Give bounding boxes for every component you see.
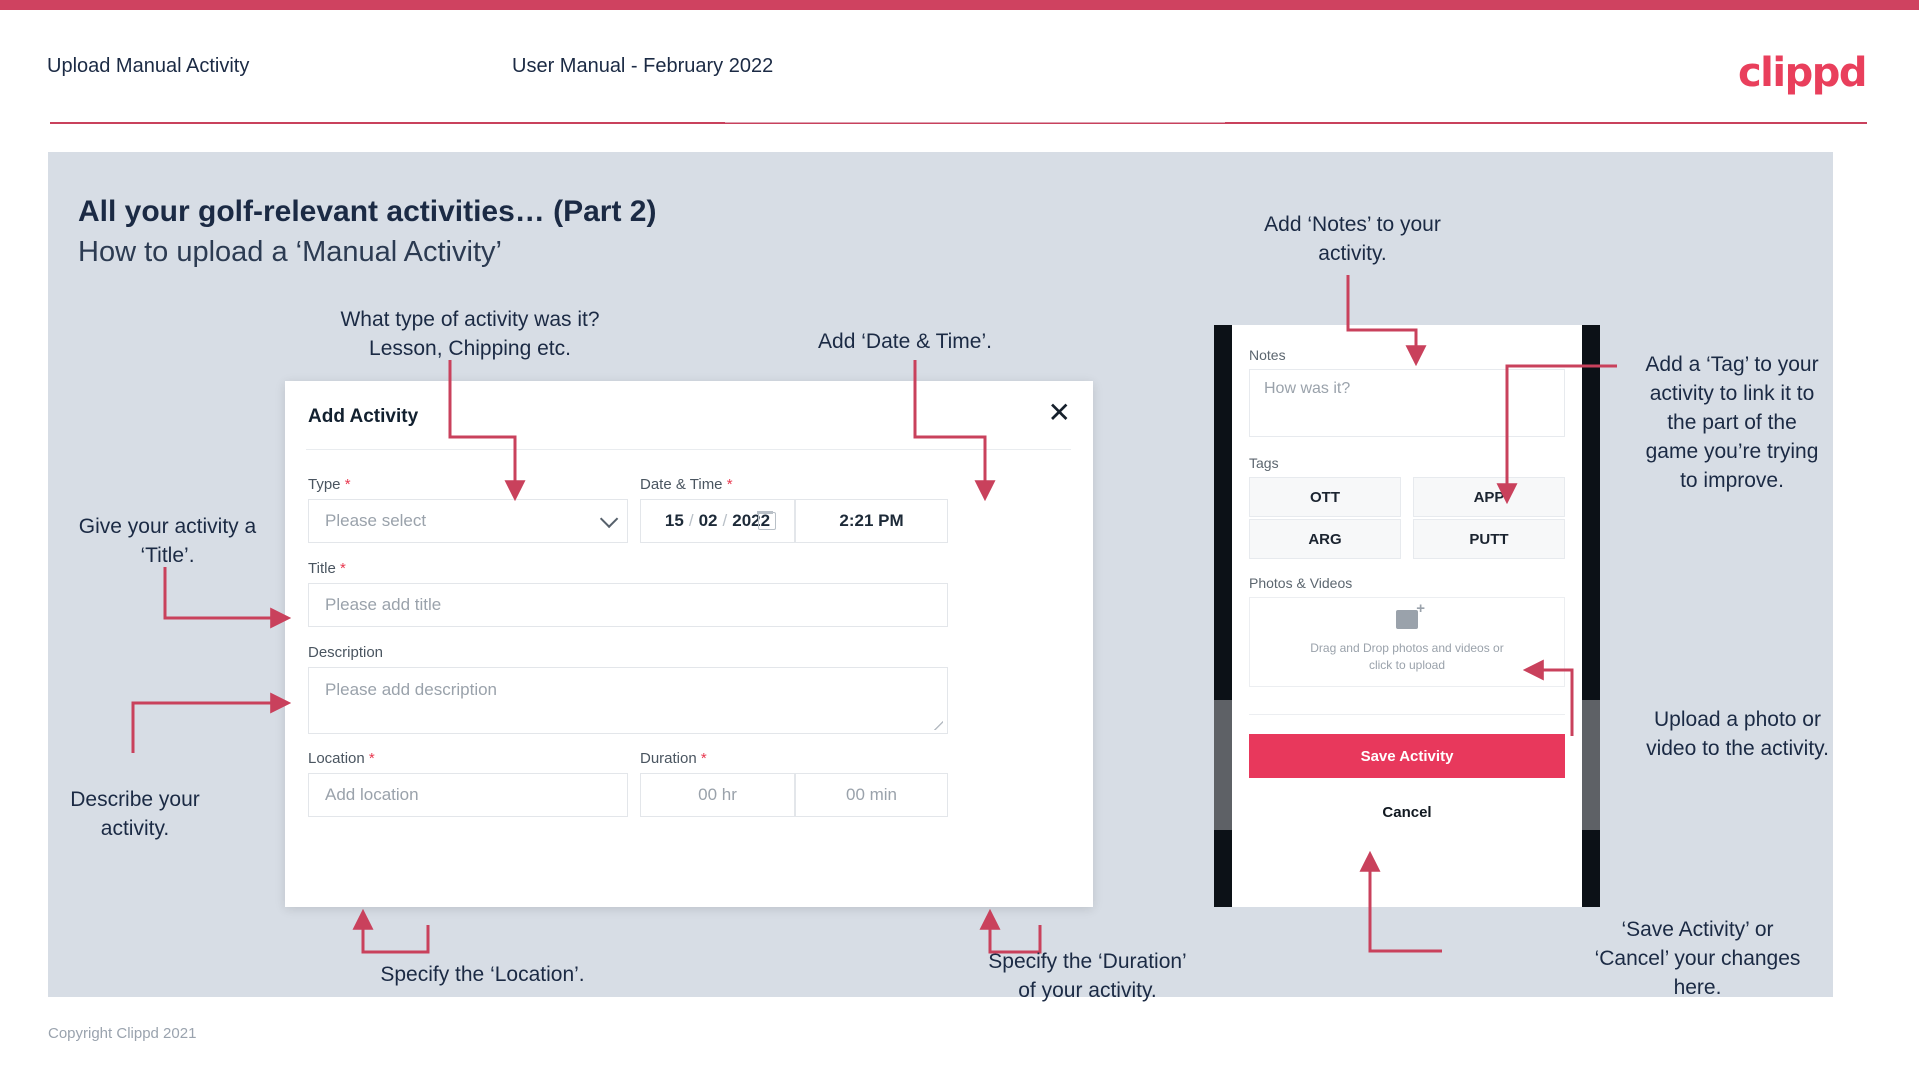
- dropzone-line2: click to upload: [1368, 658, 1446, 672]
- image-add-icon: [1396, 601, 1425, 629]
- annotation-photos: Upload a photo or video to the activity.: [1646, 708, 1829, 760]
- title-placeholder: Please add title: [325, 595, 442, 614]
- datetime-label-text: Date & Time: [640, 476, 723, 493]
- title-label: Title *: [308, 560, 346, 577]
- dropzone-text: Drag and Drop photos and videos or click…: [1310, 640, 1503, 674]
- annotation-duration: Specify the ‘Duration’ of your activity.: [988, 950, 1187, 1002]
- description-placeholder: Please add description: [325, 680, 498, 699]
- date-input[interactable]: 15 / 02 / 2022: [640, 499, 795, 543]
- duration-hours-input[interactable]: 00 hr: [640, 773, 795, 817]
- location-label-text: Location: [308, 750, 365, 767]
- duration-minutes-placeholder: 00 min: [845, 785, 898, 804]
- tag-button-ott[interactable]: OTT: [1249, 477, 1401, 517]
- slide-title-secondary: How to upload a ‘Manual Activity’: [78, 236, 502, 268]
- type-required-marker: *: [344, 476, 351, 493]
- dropzone-line1: Drag and Drop photos and videos or: [1310, 641, 1504, 655]
- type-label: Type *: [308, 476, 351, 493]
- page-header: Upload Manual Activity User Manual - Feb…: [0, 10, 1919, 123]
- dialog-title: Add Activity: [308, 406, 419, 427]
- annotation-datetime: Add ‘Date & Time’.: [818, 330, 992, 353]
- description-label-text: Description: [308, 644, 384, 661]
- header-left-title: Upload Manual Activity: [47, 55, 250, 77]
- type-select[interactable]: Please select: [308, 499, 628, 543]
- close-icon[interactable]: ✕: [1048, 399, 1071, 427]
- top-accent-bar: [0, 0, 1919, 10]
- header-center-title: User Manual - February 2022: [512, 55, 774, 77]
- duration-hours-placeholder: 00 hr: [698, 785, 737, 804]
- calendar-icon[interactable]: [757, 511, 776, 530]
- save-activity-button[interactable]: Save Activity: [1249, 734, 1565, 778]
- annotation-description: Describe your activity.: [70, 788, 200, 840]
- annotation-notes: Add ‘Notes’ to your activity.: [1264, 213, 1441, 265]
- time-value: 2:21 PM: [839, 511, 904, 530]
- cancel-button[interactable]: Cancel: [1232, 804, 1582, 821]
- phone-divider: [1249, 714, 1565, 715]
- description-textarea[interactable]: Please add description: [308, 667, 948, 734]
- type-label-text: Type: [308, 476, 341, 493]
- title-label-text: Title: [308, 560, 336, 577]
- resize-grip-icon[interactable]: [934, 721, 943, 730]
- description-label: Description: [308, 644, 383, 661]
- location-label: Location *: [308, 750, 375, 767]
- header-divider-highlight: [725, 122, 1225, 123]
- chevron-down-icon: [599, 509, 619, 529]
- clippd-logo: clippd: [1737, 50, 1868, 96]
- location-placeholder: Add location: [325, 785, 419, 804]
- tag-button-app[interactable]: APP: [1413, 477, 1565, 517]
- notes-label: Notes: [1249, 347, 1286, 363]
- photo-dropzone[interactable]: Drag and Drop photos and videos or click…: [1249, 597, 1565, 687]
- photos-videos-label: Photos & Videos: [1249, 575, 1353, 591]
- title-required-marker: *: [339, 560, 346, 577]
- annotation-tags: Add a ‘Tag’ to your activity to link it t…: [1645, 353, 1819, 492]
- annotation-location: Specify the ‘Location’.: [380, 963, 585, 986]
- phone-bezel-right: [1582, 325, 1600, 907]
- phone-screen: Notes How was it? Tags OTT APP ARG PUTT …: [1232, 325, 1582, 907]
- annotation-save: ‘Save Activity’ or ‘Cancel’ your changes h…: [1594, 918, 1801, 999]
- location-required-marker: *: [368, 750, 375, 767]
- title-input[interactable]: Please add title: [308, 583, 948, 627]
- add-activity-dialog: Add Activity ✕ Type * Please select Date…: [285, 381, 1093, 907]
- tags-label: Tags: [1249, 455, 1279, 471]
- duration-minutes-input[interactable]: 00 min: [795, 773, 948, 817]
- annotation-title: Give your activity a ‘Title’.: [78, 515, 257, 567]
- type-placeholder: Please select: [325, 511, 427, 530]
- time-input[interactable]: 2:21 PM: [795, 499, 948, 543]
- annotation-type: What type of activity was it? Lesson, Chi…: [340, 308, 600, 360]
- date-day: 15: [664, 511, 684, 530]
- notes-placeholder: How was it?: [1264, 380, 1351, 397]
- date-separator-2: /: [722, 511, 728, 530]
- datetime-label: Date & Time *: [640, 476, 733, 493]
- date-month: 02: [698, 511, 718, 530]
- date-separator-1: /: [688, 511, 694, 530]
- phone-bezel-left: [1214, 325, 1232, 907]
- slide-title-primary: All your golf-relevant activities… (Part…: [78, 195, 657, 228]
- tag-button-putt[interactable]: PUTT: [1413, 519, 1565, 559]
- dialog-divider: [306, 449, 1071, 450]
- footer-copyright: Copyright Clippd 2021: [48, 1025, 197, 1042]
- datetime-required-marker: *: [726, 476, 733, 493]
- duration-label-text: Duration: [640, 750, 697, 767]
- duration-required-marker: *: [700, 750, 707, 767]
- duration-label: Duration *: [640, 750, 707, 767]
- phone-mockup: Notes How was it? Tags OTT APP ARG PUTT …: [1214, 325, 1600, 907]
- tag-button-arg[interactable]: ARG: [1249, 519, 1401, 559]
- notes-textarea[interactable]: How was it?: [1249, 369, 1565, 437]
- location-input[interactable]: Add location: [308, 773, 628, 817]
